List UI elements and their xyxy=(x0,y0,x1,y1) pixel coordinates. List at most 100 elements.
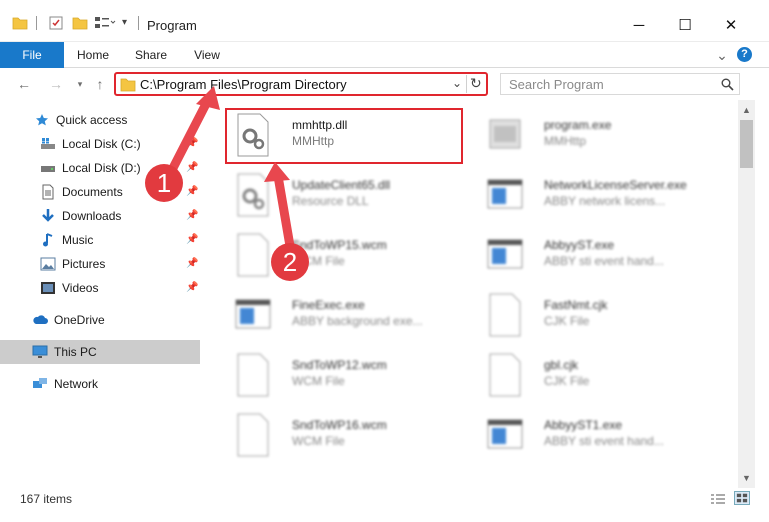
file-item-fineexec-exe[interactable]: FineExec.exe ABBY background exe... xyxy=(224,286,469,344)
file-item-program-exe[interactable]: program.exe MMHttp xyxy=(476,106,721,164)
blank-file-icon xyxy=(237,413,269,457)
pin-icon[interactable]: 📌 xyxy=(186,210,198,221)
sidebar-item-this-pc[interactable]: This PC xyxy=(0,340,200,364)
details-view-icon[interactable] xyxy=(710,493,726,505)
sidebar-item-downloads[interactable]: Downloads 📌 xyxy=(0,204,200,228)
sidebar-item-label: Downloads xyxy=(62,209,122,223)
file-name: SndToWP12.wcm xyxy=(292,358,387,372)
status-bar: 167 items xyxy=(0,488,769,510)
tab-home[interactable]: Home xyxy=(66,42,120,68)
new-folder-icon[interactable] xyxy=(72,14,88,32)
pin-icon[interactable]: 📌 xyxy=(186,186,198,197)
tab-share[interactable]: Share xyxy=(124,42,178,68)
music-icon xyxy=(40,232,56,248)
qa-divider xyxy=(36,16,37,30)
sidebar-item-label: Documents xyxy=(62,185,123,199)
file-type: ABBY sti event hand... xyxy=(544,254,664,268)
sidebar-item-quick-access[interactable]: Quick access xyxy=(0,108,200,132)
exe-window-icon xyxy=(235,299,271,329)
star-icon xyxy=(34,112,50,128)
folder-icon[interactable] xyxy=(12,14,28,32)
exe-window-icon xyxy=(487,419,523,449)
dll-gear-icon xyxy=(237,173,269,217)
recent-locations-icon[interactable]: ▾ xyxy=(70,74,90,94)
forward-arrow-icon[interactable]: → xyxy=(46,74,66,94)
vertical-scrollbar[interactable]: ▲ ▼ xyxy=(738,100,755,488)
refresh-icon[interactable]: ↻ xyxy=(470,75,482,92)
cloud-icon xyxy=(32,312,48,328)
windows-drive-icon xyxy=(40,136,56,152)
address-bar[interactable]: C:\Program Files\Program Directory ⌄ ↻ xyxy=(114,72,488,96)
file-item-sndtowp15-wcm[interactable]: SndToWP15.wcm WCM File xyxy=(224,226,469,284)
back-arrow-icon[interactable]: ← xyxy=(14,74,34,94)
exe-icon xyxy=(489,119,521,149)
file-item-networklicenseserver-exe[interactable]: NetworkLicenseServer.exe ABBY network li… xyxy=(476,166,721,224)
file-type: ABBY background exe... xyxy=(292,314,423,328)
file-name: AbbyyST.exe xyxy=(544,238,615,252)
sidebar-item-pictures[interactable]: Pictures 📌 xyxy=(0,252,200,276)
large-icons-view-icon[interactable] xyxy=(734,491,750,505)
view-options-icon[interactable] xyxy=(94,14,116,32)
pin-icon[interactable]: 📌 xyxy=(186,138,198,149)
help-icon[interactable]: ? xyxy=(737,47,752,62)
file-item-updateclient-dll[interactable]: UpdateClient65.dll Resource DLL xyxy=(224,166,469,224)
up-arrow-icon[interactable]: ↑ xyxy=(90,74,110,94)
pin-icon[interactable]: 📌 xyxy=(186,162,198,173)
sidebar-item-label: Local Disk (C:) xyxy=(62,137,141,151)
file-item-abbyyst1-exe[interactable]: AbbyyST1.exe ABBY sti event hand... xyxy=(476,406,721,464)
sidebar-item-network[interactable]: Network xyxy=(0,372,200,396)
file-item-sndtowp16-wcm[interactable]: SndToWP16.wcm WCM File xyxy=(224,406,469,464)
properties-icon[interactable] xyxy=(48,14,64,32)
minimize-button[interactable]: ─ xyxy=(616,10,662,40)
exe-window-icon xyxy=(487,179,523,209)
sidebar-item-music[interactable]: Music 📌 xyxy=(0,228,200,252)
tab-view[interactable]: View xyxy=(180,42,234,68)
pin-icon[interactable]: 📌 xyxy=(186,258,198,269)
highlight-box-file xyxy=(225,108,463,164)
file-item-gbl-cjk[interactable]: gbl.cjk CJK File xyxy=(476,346,721,404)
scroll-up-icon[interactable]: ▲ xyxy=(738,102,755,118)
pin-icon[interactable]: 📌 xyxy=(186,282,198,293)
file-name: NetworkLicenseServer.exe xyxy=(544,178,687,192)
file-name: program.exe xyxy=(544,118,612,132)
file-name: SndToWP16.wcm xyxy=(292,418,387,432)
address-divider xyxy=(466,75,467,93)
file-item-abbyyst-exe[interactable]: AbbyyST.exe ABBY sti event hand... xyxy=(476,226,721,284)
maximize-button[interactable]: ☐ xyxy=(662,10,708,40)
sidebar-item-local-disk-d[interactable]: Local Disk (D:) 📌 xyxy=(0,156,200,180)
expand-ribbon-icon[interactable]: ⌄ xyxy=(712,42,732,68)
sidebar-item-label: This PC xyxy=(54,345,97,359)
file-name: SndToWP15.wcm xyxy=(292,238,387,252)
documents-icon xyxy=(40,184,56,200)
sidebar-item-documents[interactable]: Documents 📌 xyxy=(0,180,200,204)
blank-file-icon xyxy=(489,293,521,337)
file-item-sndtowp12-wcm[interactable]: SndToWP12.wcm WCM File xyxy=(224,346,469,404)
customize-quick-access-icon[interactable]: ▾ xyxy=(122,17,127,35)
sidebar-item-label: Pictures xyxy=(62,257,106,271)
file-type: WCM File xyxy=(292,254,345,268)
file-name: UpdateClient65.dll xyxy=(292,178,391,192)
window-title: Program xyxy=(147,18,197,33)
sidebar-item-label: Local Disk (D:) xyxy=(62,161,141,175)
sidebar-item-label: Network xyxy=(54,377,99,391)
file-name: FineExec.exe xyxy=(292,298,365,312)
sidebar-item-onedrive[interactable]: OneDrive xyxy=(0,308,200,332)
download-icon xyxy=(40,208,56,224)
file-item-fastnmt-cjk[interactable]: FastNmt.cjk CJK File xyxy=(476,286,721,344)
file-type: WCM File xyxy=(292,374,345,388)
scrollbar-thumb[interactable] xyxy=(740,120,753,168)
file-type: ABBY sti event hand... xyxy=(544,434,664,448)
sidebar-item-local-disk-c[interactable]: Local Disk (C:) 📌 xyxy=(0,132,200,156)
close-button[interactable]: ✕ xyxy=(708,10,754,40)
folder-icon xyxy=(120,78,136,92)
sidebar-item-label: OneDrive xyxy=(54,313,105,327)
drive-icon xyxy=(40,160,56,176)
monitor-icon xyxy=(32,344,48,360)
address-dropdown-icon[interactable]: ⌄ xyxy=(452,76,462,90)
file-type: CJK File xyxy=(544,314,590,328)
sidebar-item-videos[interactable]: Videos 📌 xyxy=(0,276,200,300)
search-input[interactable]: Search Program xyxy=(500,73,740,95)
tab-file[interactable]: File xyxy=(0,42,64,68)
pin-icon[interactable]: 📌 xyxy=(186,234,198,245)
scroll-down-icon[interactable]: ▼ xyxy=(738,470,755,486)
